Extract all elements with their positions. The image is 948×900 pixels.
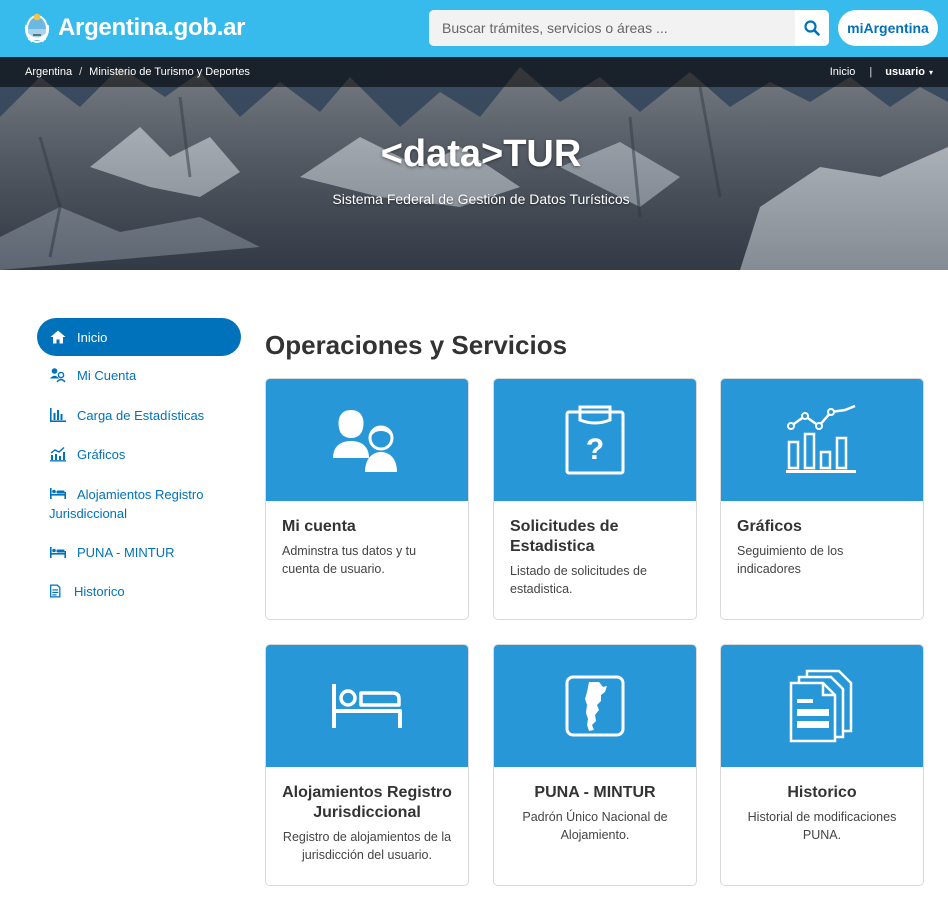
sidebar-item-inicio[interactable]: Inicio (37, 318, 241, 356)
card-title: PUNA - MINTUR (534, 784, 656, 801)
card-body: Gráficos Seguimiento de los indicadores (721, 501, 923, 578)
card-description: Registro de alojamientos de la jurisdicc… (282, 830, 452, 862)
svg-text:?: ? (586, 433, 604, 466)
bed-icon (332, 684, 402, 728)
search-box (429, 10, 829, 46)
sidebar-item-mi-cuenta[interactable]: Mi Cuenta (37, 366, 241, 385)
sidebar-item-label: Gráficos (77, 447, 126, 462)
card-solicitudes-estadistica[interactable]: ? Solicitudes de Estadistica Listado de … (493, 378, 697, 620)
card-header (494, 645, 696, 767)
card-description: Adminstra tus datos y tu cuenta de usuar… (282, 544, 417, 576)
top-nav: Inicio | usuario ▾ (830, 57, 933, 87)
bed-icon (50, 488, 66, 499)
card-title: Mi cuenta (282, 518, 356, 535)
breadcrumb-bar: Argentina / Ministerio de Turismo y Depo… (0, 57, 948, 87)
hero-banner: Argentina / Ministerio de Turismo y Depo… (0, 57, 948, 270)
nav-inicio-link[interactable]: Inicio (830, 66, 856, 78)
brand-text: Argentina.gob.ar (58, 14, 246, 41)
breadcrumb: Argentina / Ministerio de Turismo y Depo… (25, 57, 250, 87)
users-icon (333, 410, 397, 472)
search-button[interactable] (795, 10, 829, 46)
sidebar-item-label: Mi Cuenta (77, 368, 137, 383)
user-name: usuario (885, 66, 925, 78)
card-puna-mintur[interactable]: PUNA - MINTUR Padrón Único Nacional de A… (493, 644, 697, 886)
caret-down-icon: ▾ (928, 68, 933, 77)
card-body: Historico Historial de modificaciones PU… (721, 767, 923, 844)
card-header (266, 379, 468, 501)
breadcrumb-argentina-link[interactable]: Argentina (25, 66, 72, 78)
breadcrumb-separator: / (79, 66, 83, 78)
hero-subtitle: Sistema Federal de Gestión de Datos Turí… (332, 191, 630, 207)
sidebar-item-graficos[interactable]: Gráficos (37, 445, 241, 464)
card-header (721, 379, 923, 501)
users-icon (50, 368, 66, 383)
bar-chart-icon (50, 408, 66, 422)
page-title: Operaciones y Servicios (265, 330, 568, 360)
sidebar-nav: Inicio Mi Cuenta Carga de Estadísticas G… (37, 318, 241, 601)
card-title: Alojamientos Registro Jurisdiccional (282, 784, 452, 821)
home-icon (50, 330, 66, 344)
sidebar-item-label: Inicio (77, 329, 108, 345)
breadcrumb-ministerio-link[interactable]: Ministerio de Turismo y Deportes (89, 66, 250, 78)
documents-icon (789, 669, 853, 743)
card-body: Alojamientos Registro Jurisdiccional Reg… (266, 767, 468, 864)
search-input[interactable] (429, 10, 795, 46)
card-mi-cuenta[interactable]: Mi cuenta Adminstra tus datos y tu cuent… (265, 378, 469, 620)
coat-of-arms-icon (24, 13, 50, 43)
card-title: Historico (787, 784, 857, 801)
clipboard-question-icon: ? (565, 405, 625, 475)
top-bar: Argentina.gob.ar miArgentina (0, 0, 948, 57)
mi-argentina-button[interactable]: miArgentina (838, 10, 938, 46)
chart-icon (786, 404, 856, 473)
search-icon (804, 20, 820, 36)
sidebar-item-label: Carga de Estadísticas (77, 408, 205, 423)
card-description: Listado de solicitudes de estadistica. (510, 564, 647, 596)
sidebar-item-label: PUNA - MINTUR (77, 545, 175, 560)
card-header (721, 645, 923, 767)
card-body: Solicitudes de Estadistica Listado de so… (494, 501, 696, 598)
card-description: Historial de modificaciones PUNA. (747, 810, 897, 842)
card-description: Padrón Único Nacional de Alojamiento. (522, 810, 668, 842)
document-icon (50, 584, 61, 598)
sidebar-item-label: Historico (74, 584, 125, 599)
sidebar-item-alojamientos[interactable]: Alojamientos Registro Jurisdiccional (37, 484, 241, 523)
brand-logo-link[interactable]: Argentina.gob.ar (24, 10, 246, 46)
card-header (266, 645, 468, 767)
sidebar-item-label: Alojamientos Registro Jurisdiccional (49, 487, 204, 521)
user-menu[interactable]: usuario ▾ (885, 66, 933, 78)
card-title: Solicitudes de Estadistica (510, 518, 619, 555)
nav-divider: | (869, 66, 873, 78)
line-chart-icon (50, 446, 66, 462)
sidebar-item-carga-estadisticas[interactable]: Carga de Estadísticas (37, 406, 241, 425)
sidebar-item-puna-mintur[interactable]: PUNA - MINTUR (37, 543, 241, 562)
card-body: Mi cuenta Adminstra tus datos y tu cuent… (266, 501, 468, 578)
bed-icon (50, 547, 66, 558)
sidebar-item-historico[interactable]: Historico (37, 582, 241, 601)
card-title: Gráficos (737, 518, 802, 535)
card-graficos[interactable]: Gráficos Seguimiento de los indicadores (720, 378, 924, 620)
card-historico[interactable]: Historico Historial de modificaciones PU… (720, 644, 924, 886)
card-header: ? (494, 379, 696, 501)
card-description: Seguimiento de los indicadores (737, 544, 844, 576)
card-alojamientos[interactable]: Alojamientos Registro Jurisdiccional Reg… (265, 644, 469, 886)
argentina-map-icon (565, 675, 625, 737)
card-body: PUNA - MINTUR Padrón Único Nacional de A… (494, 767, 696, 844)
hero-title: <data>TUR (380, 133, 582, 175)
